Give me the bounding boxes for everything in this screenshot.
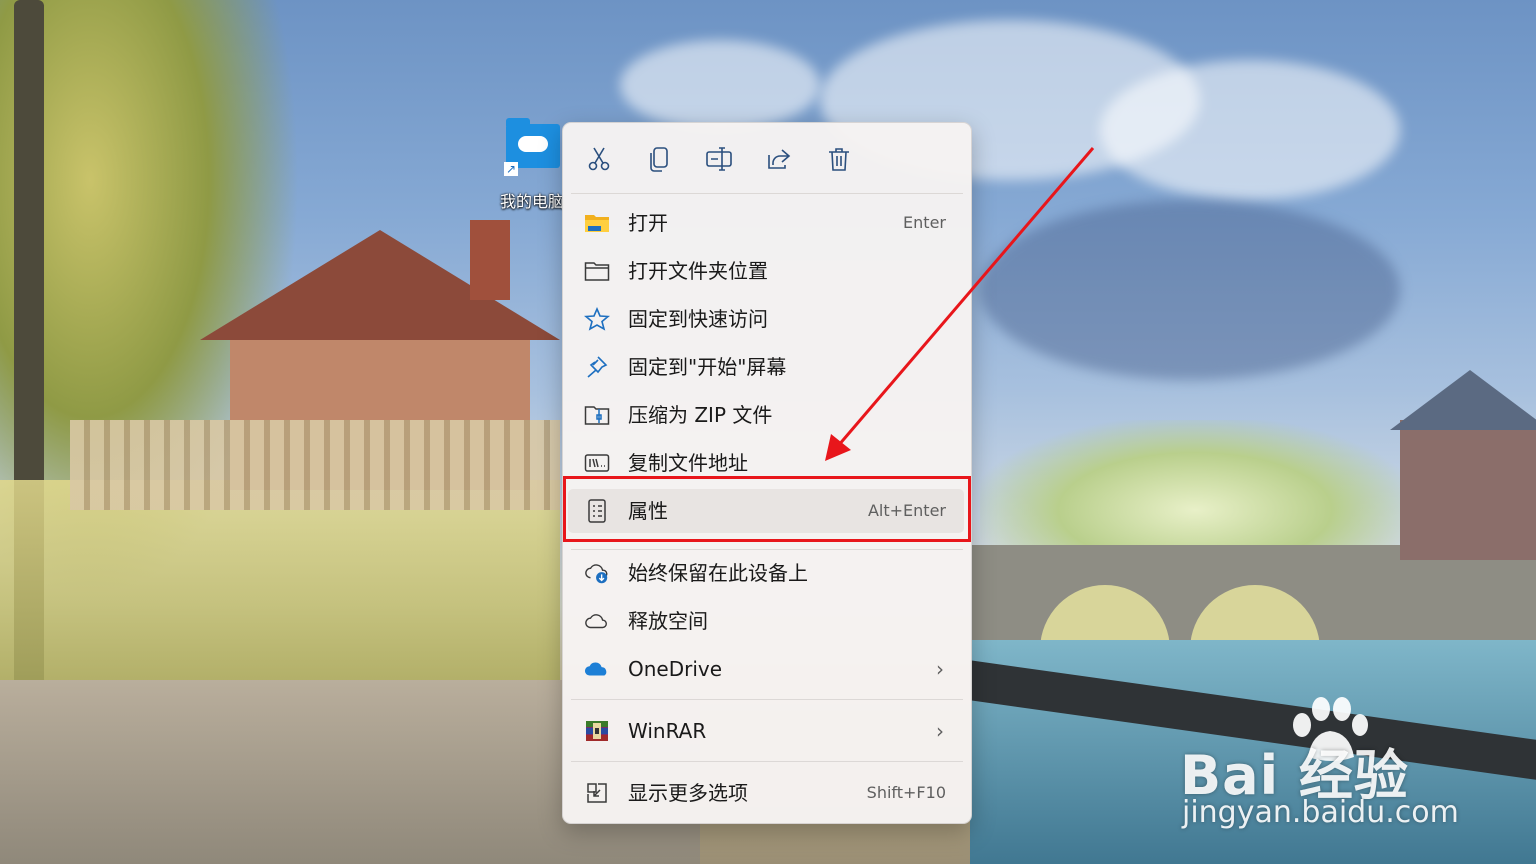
delete-button[interactable]	[819, 139, 859, 179]
menu-separator	[571, 761, 963, 762]
shortcut-arrow-icon: ↗	[504, 162, 518, 176]
menu-item-label: 固定到"开始"屏幕	[628, 355, 787, 379]
winrar-icon	[584, 719, 610, 743]
menu-separator	[571, 193, 963, 194]
highlight-box	[563, 476, 971, 542]
menu-item-free-up-space[interactable]: 释放空间	[568, 599, 964, 643]
share-icon	[768, 149, 791, 169]
chevron-right-icon: ›	[936, 719, 944, 743]
folder-icon	[584, 259, 610, 283]
context-menu-toolbar	[563, 123, 971, 193]
desktop-shortcut-my-computer[interactable]: ↗ 我的电脑	[498, 118, 568, 218]
baidu-watermark: Bai 经验 jingyan.baidu.com	[1176, 695, 1476, 835]
star-icon	[584, 307, 610, 331]
menu-item-label: 压缩为 ZIP 文件	[628, 403, 773, 427]
rename-button[interactable]	[699, 139, 739, 179]
menu-item-label: 打开文件夹位置	[628, 259, 768, 283]
cut-button[interactable]	[579, 139, 619, 179]
menu-item-shortcut: Enter	[903, 213, 946, 232]
cloud-download-icon	[584, 561, 610, 585]
menu-item-compress-zip[interactable]: 压缩为 ZIP 文件	[568, 393, 964, 437]
zip-icon	[584, 403, 610, 427]
menu-item-label: 显示更多选项	[628, 781, 748, 805]
more-options-icon	[584, 781, 610, 805]
menu-item-winrar[interactable]: WinRAR ›	[568, 709, 964, 753]
menu-item-pin-start[interactable]: 固定到"开始"屏幕	[568, 345, 964, 389]
menu-item-label: 释放空间	[628, 609, 708, 633]
menu-item-shortcut: Shift+F10	[866, 783, 946, 802]
cut-icon	[588, 147, 610, 171]
menu-item-pin-quick-access[interactable]: 固定到快速访问	[568, 297, 964, 341]
onedrive-icon	[584, 657, 610, 681]
rename-icon	[706, 147, 732, 171]
menu-item-open-folder-location[interactable]: 打开文件夹位置	[568, 249, 964, 293]
copy-button[interactable]	[639, 139, 679, 179]
context-menu: 打开 Enter 打开文件夹位置 固定到快速访问 固定到"开始"屏幕 压缩为 Z…	[562, 122, 972, 824]
menu-item-label: OneDrive	[628, 657, 723, 681]
menu-item-onedrive[interactable]: OneDrive ›	[568, 647, 964, 691]
desktop-icon-label: 我的电脑	[500, 192, 565, 211]
menu-separator	[571, 549, 963, 550]
menu-item-show-more-options[interactable]: 显示更多选项 Shift+F10	[568, 771, 964, 815]
menu-item-label: 始终保留在此设备上	[628, 561, 808, 585]
delete-icon	[829, 148, 849, 171]
share-button[interactable]	[759, 139, 799, 179]
menu-item-label: 固定到快速访问	[628, 307, 768, 331]
copy-path-icon	[584, 451, 610, 475]
folder-open-icon	[584, 211, 610, 235]
menu-separator	[571, 699, 963, 700]
pin-icon	[584, 355, 610, 379]
menu-item-open[interactable]: 打开 Enter	[568, 201, 964, 245]
copy-icon	[650, 147, 668, 172]
cloud-outline-icon	[584, 609, 610, 633]
chevron-right-icon: ›	[936, 657, 944, 681]
watermark-site: jingyan.baidu.com	[1182, 795, 1459, 830]
menu-item-label: 打开	[628, 211, 668, 235]
menu-item-label: WinRAR	[628, 719, 707, 743]
menu-item-always-keep[interactable]: 始终保留在此设备上	[568, 551, 964, 595]
cloud-icon	[518, 136, 548, 152]
